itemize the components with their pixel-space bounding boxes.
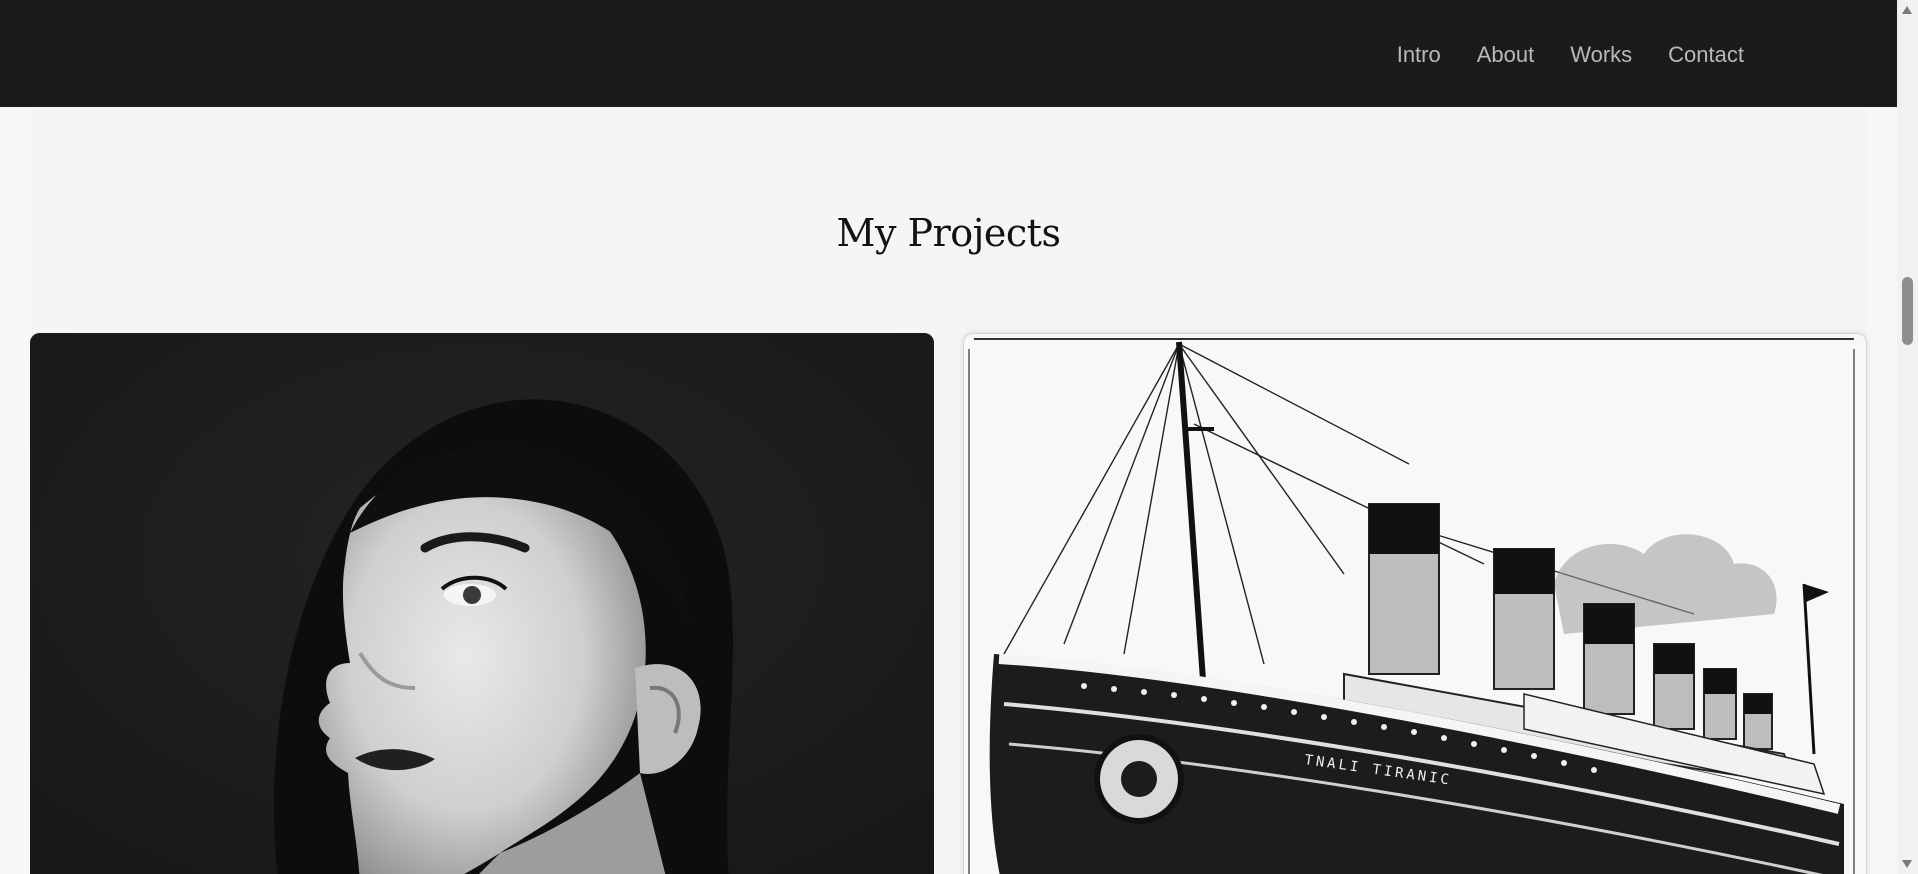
nav-link-works[interactable]: Works — [1570, 40, 1632, 70]
projects-section: My Projects TNALI TIRANIC — [30, 107, 1867, 874]
scroll-up-arrow-icon[interactable] — [1902, 6, 1912, 14]
vertical-scrollbar[interactable] — [1897, 0, 1918, 874]
project-card-ship[interactable]: TNALI TIRANIC — [963, 333, 1867, 874]
section-title: My Projects — [836, 211, 1061, 255]
nav-menu: Intro About Works Contact — [1397, 40, 1744, 70]
page: Intro About Works Contact My Projects TN… — [0, 0, 1918, 874]
ship-image: TNALI TIRANIC — [964, 334, 1866, 874]
scrollbar-thumb[interactable] — [1902, 277, 1913, 345]
project-card-portrait[interactable] — [30, 333, 934, 874]
scroll-down-arrow-icon[interactable] — [1902, 860, 1912, 868]
nav-link-about[interactable]: About — [1477, 40, 1535, 70]
top-navbar: Intro About Works Contact — [0, 0, 1897, 107]
nav-link-contact[interactable]: Contact — [1668, 40, 1744, 70]
nav-link-intro[interactable]: Intro — [1397, 40, 1441, 70]
portrait-image — [30, 333, 934, 874]
